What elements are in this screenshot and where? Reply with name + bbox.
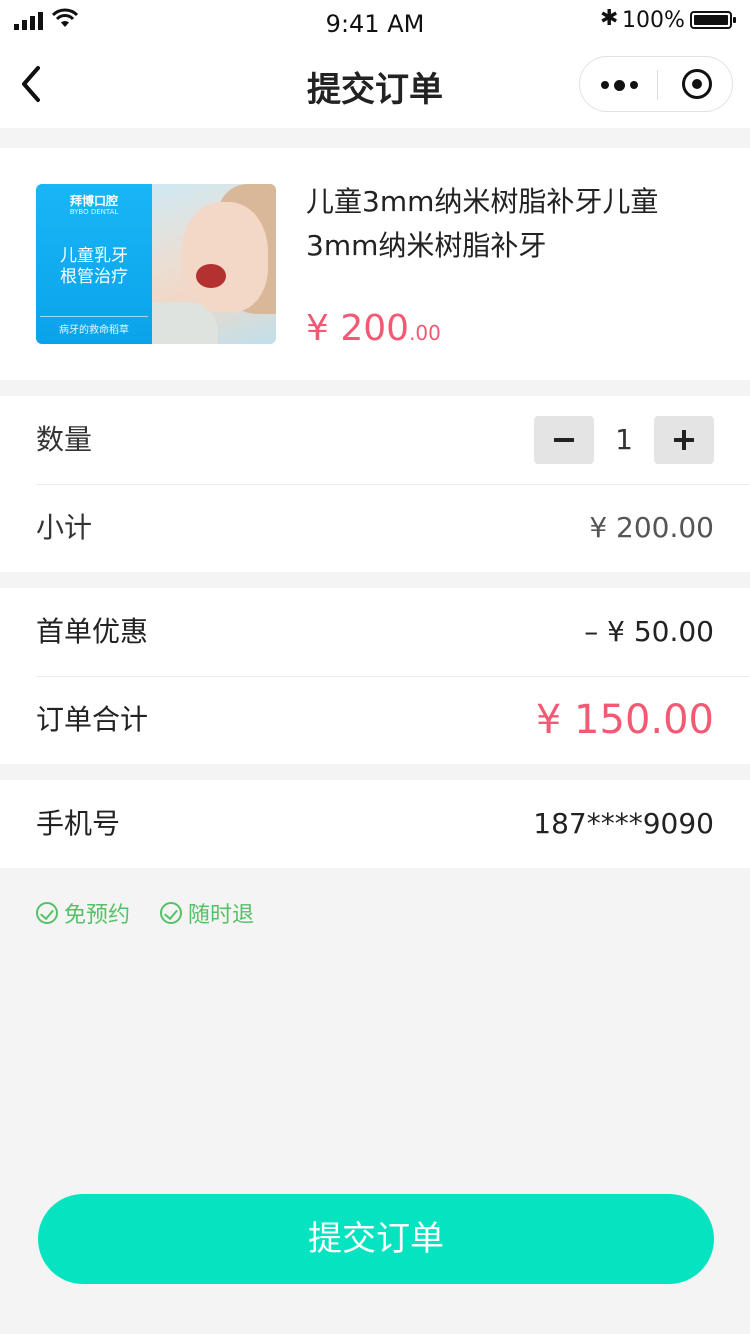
more-dots-icon[interactable] <box>580 57 658 113</box>
thumbnail-photo <box>152 184 276 344</box>
check-circle-icon <box>36 902 58 924</box>
tag-label: 随时退 <box>188 903 255 928</box>
thumbnail-brand-en: BYBO DENTAL <box>69 208 119 216</box>
increase-button[interactable] <box>654 416 714 464</box>
price-main: ¥ 200 <box>306 308 410 349</box>
subtotal-value: ¥ 200.00 <box>589 511 714 544</box>
status-bar: 9:41 AM ✱ 100% <box>0 0 750 44</box>
thumbnail-banner: 拜博口腔 BYBO DENTAL 儿童乳牙 根管治疗 病牙的救命稻草 <box>36 184 152 344</box>
battery-icon <box>690 11 736 29</box>
discount-value: – ¥ 50.00 <box>584 615 714 648</box>
tag-label: 免预约 <box>64 903 131 928</box>
total-value: ¥ 150.00 <box>535 697 714 743</box>
bluetooth-icon: ✱ <box>600 6 619 31</box>
product-thumbnail[interactable]: 拜博口腔 BYBO DENTAL 儿童乳牙 根管治疗 病牙的救命稻草 <box>36 184 276 344</box>
mini-program-capsule <box>579 56 733 112</box>
minus-icon <box>554 438 574 442</box>
price-summary-card: 首单优惠 – ¥ 50.00 订单合计 ¥ 150.00 <box>0 588 750 764</box>
thumbnail-headline-line1: 儿童乳牙 <box>60 246 128 266</box>
discount-row: 首单优惠 – ¥ 50.00 <box>0 588 750 676</box>
record-target-icon[interactable] <box>682 69 712 99</box>
tag-refund-anytime: 随时退 <box>160 898 254 928</box>
tag-no-appointment: 免预约 <box>36 898 130 928</box>
subtotal-label: 小计 <box>36 511 93 544</box>
phone-label: 手机号 <box>36 807 121 840</box>
subtotal-row: 小计 ¥ 200.00 <box>0 484 750 572</box>
product-title[interactable]: 儿童3mm纳米树脂补牙儿童3mm纳米树脂补牙 <box>306 180 706 268</box>
thumbnail-headline-line2: 根管治疗 <box>60 267 128 287</box>
photo-mouth <box>196 264 226 288</box>
decrease-button[interactable] <box>534 416 594 464</box>
submit-order-button[interactable]: 提交订单 <box>38 1194 714 1284</box>
battery-percent: 100% <box>622 8 685 33</box>
total-row: 订单合计 ¥ 150.00 <box>0 676 750 764</box>
quantity-row: 数量 1 <box>0 396 750 484</box>
phone-value: 187****9090 <box>533 807 714 840</box>
phone-row[interactable]: 手机号 187****9090 <box>0 780 750 868</box>
price-cents: .00 <box>409 321 441 345</box>
service-tags: 免预约 随时退 <box>36 898 254 928</box>
total-label: 订单合计 <box>36 703 149 736</box>
check-circle-icon <box>160 902 183 924</box>
product-price: ¥ 200.00 <box>306 308 441 349</box>
plus-icon-v <box>682 430 686 450</box>
quantity-card: 数量 1 小计 ¥ 200.00 <box>0 396 750 572</box>
product-card: 拜博口腔 BYBO DENTAL 儿童乳牙 根管治疗 病牙的救命稻草 儿童3mm… <box>0 148 750 380</box>
capsule-divider <box>657 70 658 100</box>
quantity-value: 1 <box>615 423 633 456</box>
thumbnail-headline: 儿童乳牙 根管治疗 <box>36 246 152 288</box>
phone-card[interactable]: 手机号 187****9090 <box>0 780 750 868</box>
quantity-label: 数量 <box>36 423 93 456</box>
thumbnail-brand: 拜博口腔 <box>69 194 118 208</box>
photo-child-face <box>182 202 268 312</box>
nav-bar: 提交订单 <box>0 44 750 128</box>
thumbnail-slogan: 病牙的救命稻草 <box>40 316 148 336</box>
discount-label: 首单优惠 <box>36 615 149 648</box>
